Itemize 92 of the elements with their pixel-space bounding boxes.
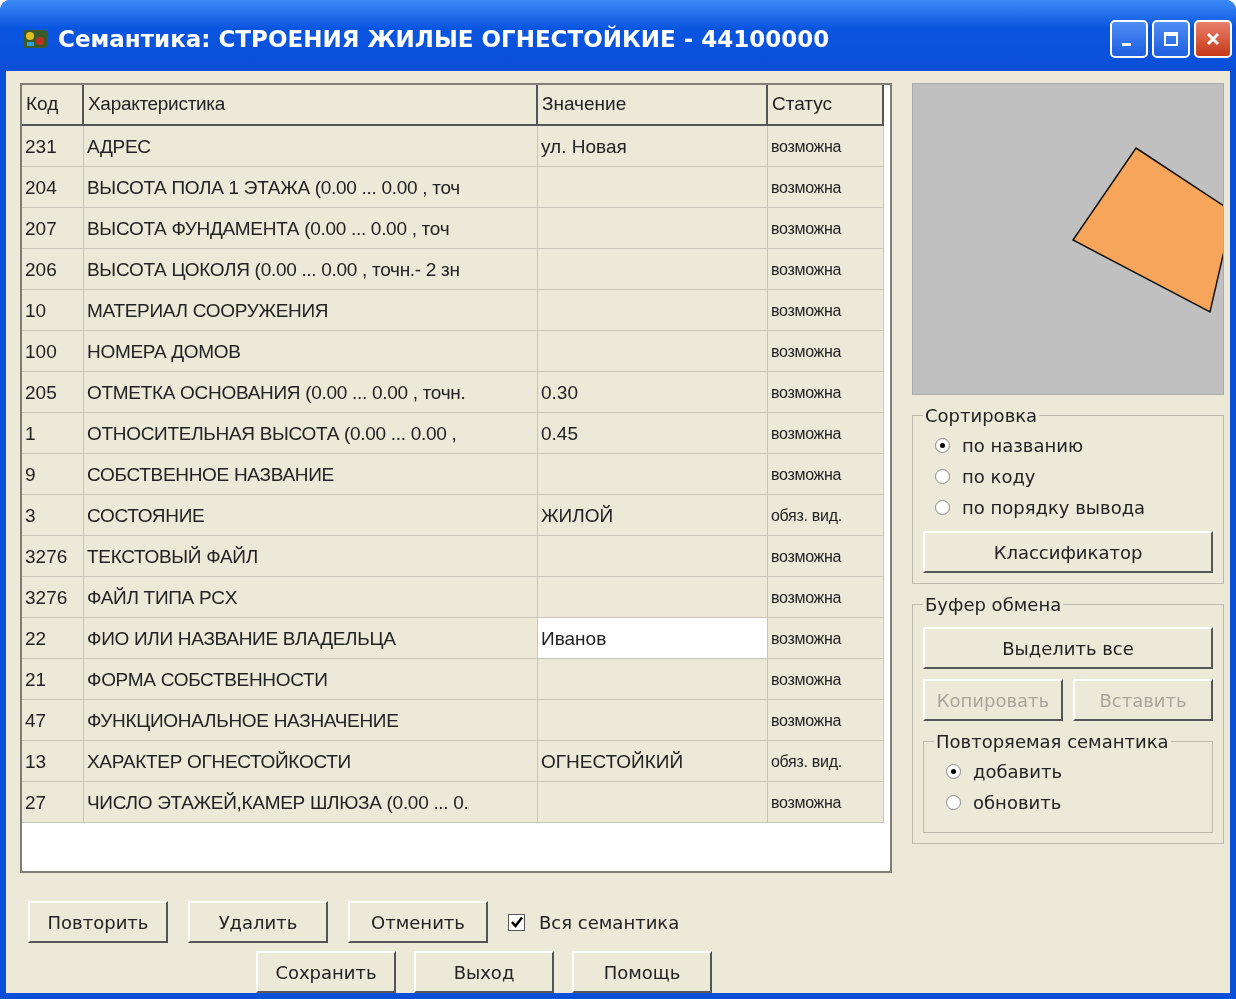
footer-button[interactable]: Помощь xyxy=(572,951,712,993)
radio-option[interactable]: обновить xyxy=(934,787,1202,818)
all-semantics-checkbox[interactable]: Вся семантика xyxy=(508,911,680,933)
table-cell: 22 xyxy=(22,618,84,659)
radio-option[interactable]: по коду xyxy=(923,461,1213,492)
table-cell: 10 xyxy=(22,290,84,331)
table-cell: возможна xyxy=(768,167,884,208)
radio-option[interactable]: по порядку вывода xyxy=(923,492,1213,523)
table-cell: 231 xyxy=(22,126,84,167)
action-button[interactable]: Повторить xyxy=(28,901,168,943)
table-cell: возможна xyxy=(768,659,884,700)
table-cell: 21 xyxy=(22,659,84,700)
table-cell: 100 xyxy=(22,331,84,372)
table-cell: МАТЕРИАЛ СООРУЖЕНИЯ xyxy=(84,290,538,331)
radio-button[interactable] xyxy=(946,795,961,810)
table-cell: возможна xyxy=(768,454,884,495)
radio-option[interactable]: добавить xyxy=(934,756,1202,787)
table-cell: 13 xyxy=(22,741,84,782)
checkbox[interactable] xyxy=(508,913,525,931)
column-header[interactable]: Значение xyxy=(538,85,768,126)
table-cell: возможна xyxy=(768,413,884,454)
table-cell: НОМЕРА ДОМОВ xyxy=(84,331,538,372)
table-cell: возможна xyxy=(768,700,884,741)
table-cell: ХАРАКТЕР ОГНЕСТОЙКОСТИ xyxy=(84,741,538,782)
table-cell: возможна xyxy=(768,536,884,577)
minimize-button[interactable] xyxy=(1110,19,1148,58)
classifier-button[interactable]: Классификатор xyxy=(923,531,1213,573)
table-cell: 204 xyxy=(22,167,84,208)
radio-button[interactable] xyxy=(935,438,950,453)
close-button[interactable] xyxy=(1194,19,1232,58)
radio-button[interactable] xyxy=(946,764,961,779)
close-icon xyxy=(1205,30,1221,47)
table-cell: возможна xyxy=(768,331,884,372)
table-cell: ЧИСЛО ЭТАЖЕЙ,КАМЕР ШЛЮЗА (0.00 ... 0. xyxy=(84,782,538,823)
table-cell: ЖИЛОЙ xyxy=(538,495,768,536)
table-cell: СОСТОЯНИЕ xyxy=(84,495,538,536)
check-icon xyxy=(509,915,524,929)
table-cell: возможна xyxy=(768,782,884,823)
table-cell: 0.45 xyxy=(538,413,768,454)
table-cell: 0.30 xyxy=(538,372,768,413)
window-title: Семантика: СТРОЕНИЯ ЖИЛЫЕ ОГНЕСТОЙКИЕ - 44100000 xyxy=(58,25,831,52)
footer-button[interactable]: Выход xyxy=(414,951,554,993)
table-cell: ФАЙЛ ТИПА PCX xyxy=(84,577,538,618)
radio-button[interactable] xyxy=(935,500,950,515)
table-cell: ТЕКСТОВЫЙ ФАЙЛ xyxy=(84,536,538,577)
footer-button[interactable]: Сохранить xyxy=(256,951,396,993)
table-cell: 206 xyxy=(22,249,84,290)
table-cell: ФОРМА СОБСТВЕННОСТИ xyxy=(84,659,538,700)
radio-button[interactable] xyxy=(935,469,950,484)
minimize-icon xyxy=(1121,43,1131,46)
column-header[interactable]: Статус xyxy=(768,85,884,126)
value-input[interactable]: Иванов xyxy=(538,618,768,659)
table-cell: обяз. вид. xyxy=(768,495,884,536)
group-title: Сортировка xyxy=(924,405,1039,426)
column-header[interactable]: Характеристика xyxy=(84,85,538,126)
maximize-button[interactable] xyxy=(1152,19,1190,58)
table-cell: 9 xyxy=(22,454,84,495)
table-cell: ФУНКЦИОНАЛЬНОЕ НАЗНАЧЕНИЕ xyxy=(84,700,538,741)
table-cell: 1 xyxy=(22,413,84,454)
select-all-button[interactable]: Выделить все xyxy=(923,627,1213,669)
table-cell: ОТНОСИТЕЛЬНАЯ ВЫСОТА (0.00 ... 0.00 , xyxy=(84,413,538,454)
table-cell: ул. Новая xyxy=(538,126,768,167)
group-title: Повторяемая семантика xyxy=(935,731,1170,752)
table-cell: возможна xyxy=(768,249,884,290)
group-title: Буфер обмена xyxy=(924,594,1063,615)
action-button[interactable]: Отменить xyxy=(348,901,488,943)
table-cell: ФИО ИЛИ НАЗВАНИЕ ВЛАДЕЛЬЦА xyxy=(84,618,538,659)
table-cell: АДРЕС xyxy=(84,126,538,167)
maximize-icon xyxy=(1163,30,1179,47)
table-cell: возможна xyxy=(768,290,884,331)
table-cell: возможна xyxy=(768,577,884,618)
table-cell: СОБСТВЕННОЕ НАЗВАНИЕ xyxy=(84,454,538,495)
table-cell: 3 xyxy=(22,495,84,536)
table-cell: 207 xyxy=(22,208,84,249)
radio-option[interactable]: по названию xyxy=(923,430,1213,461)
table-cell: ВЫСОТА ПОЛА 1 ЭТАЖА (0.00 ... 0.00 , точ xyxy=(84,167,538,208)
table-cell: возможна xyxy=(768,126,884,167)
table-cell: 3276 xyxy=(22,577,84,618)
table-cell: 27 xyxy=(22,782,84,823)
column-header[interactable]: Код xyxy=(22,85,84,126)
table-cell: возможна xyxy=(768,372,884,413)
table-cell: возможна xyxy=(768,208,884,249)
table-cell: ВЫСОТА ЦОКОЛЯ (0.00 ... 0.00 , точн.- 2 зн xyxy=(84,249,538,290)
action-button[interactable]: Удалить xyxy=(188,901,328,943)
table-cell: ВЫСОТА ФУНДАМЕНТА (0.00 ... 0.00 , точ xyxy=(84,208,538,249)
table-cell: обяз. вид. xyxy=(768,741,884,782)
table-cell: 3276 xyxy=(22,536,84,577)
table-cell: ОГНЕСТОЙКИЙ xyxy=(538,741,768,782)
table-cell: возможна xyxy=(768,618,884,659)
table-cell: ОТМЕТКА ОСНОВАНИЯ (0.00 ... 0.00 , точн. xyxy=(84,372,538,413)
table-cell: 47 xyxy=(22,700,84,741)
table-cell: 205 xyxy=(22,372,84,413)
